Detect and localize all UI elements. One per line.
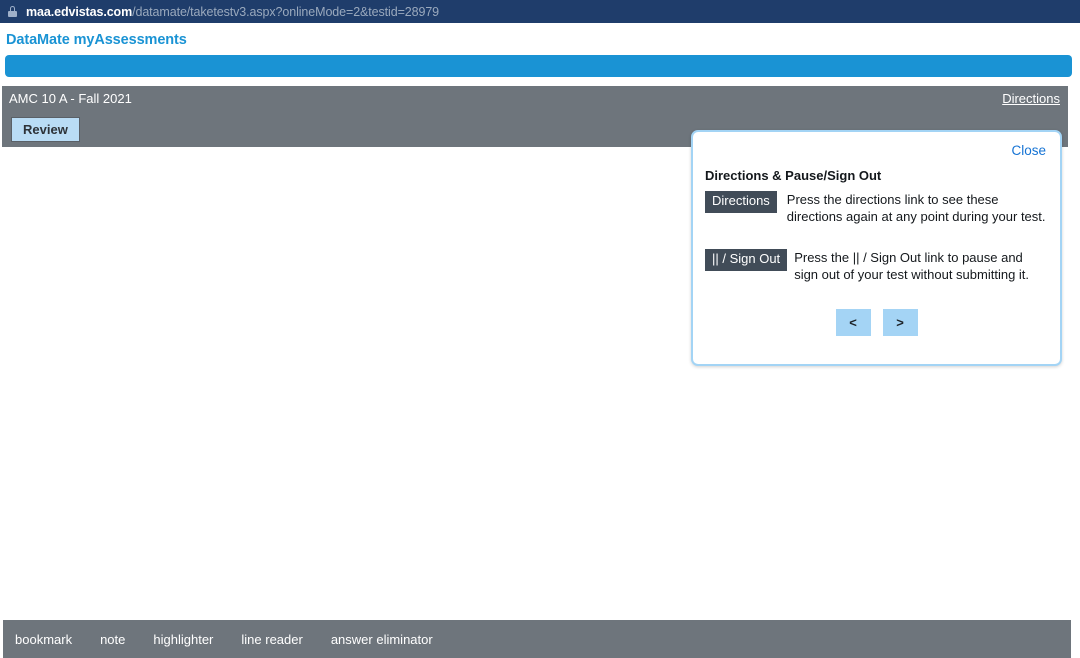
dialog-row-signout: || / Sign Out Press the || / Sign Out li…: [693, 225, 1060, 283]
dialog-close-row: Close: [693, 132, 1060, 160]
bottom-tool-bar: bookmark note highlighter line reader an…: [3, 620, 1071, 658]
directions-description: Press the directions link to see these d…: [786, 192, 1046, 225]
url-host: maa.edvistas.com: [26, 4, 133, 19]
directions-badge: Directions: [705, 191, 777, 213]
next-button[interactable]: >: [882, 308, 918, 336]
test-header-bar: AMC 10 A - Fall 2021 Directions: [2, 86, 1068, 111]
tool-highlighter[interactable]: highlighter: [153, 632, 213, 647]
directions-link[interactable]: Directions: [1002, 91, 1060, 106]
url-text: maa.edvistas.com/datamate/taketestv3.asp…: [26, 5, 439, 19]
page-body: DataMate myAssessments AMC 10 A - Fall 2…: [0, 23, 1080, 658]
sign-out-description: Press the || / Sign Out link to pause an…: [794, 250, 1030, 283]
page-title: DataMate myAssessments: [6, 32, 187, 48]
tool-answer-eliminator[interactable]: answer eliminator: [331, 632, 433, 647]
tool-note[interactable]: note: [100, 632, 125, 647]
test-name: AMC 10 A - Fall 2021: [9, 91, 132, 106]
close-button[interactable]: Close: [1011, 143, 1046, 158]
review-button[interactable]: Review: [11, 116, 80, 142]
dialog-title: Directions & Pause/Sign Out: [705, 168, 882, 183]
blue-accent-bar: [5, 55, 1072, 77]
dialog-nav: < >: [693, 308, 1060, 336]
lock-icon: [8, 6, 17, 17]
directions-dialog: Close Directions & Pause/Sign Out Direct…: [691, 130, 1062, 366]
tool-bookmark[interactable]: bookmark: [15, 632, 72, 647]
tool-line-reader[interactable]: line reader: [241, 632, 302, 647]
sign-out-badge: || / Sign Out: [705, 249, 788, 272]
dialog-row-directions: Directions Press the directions link to …: [693, 183, 1060, 225]
previous-button[interactable]: <: [835, 308, 871, 336]
browser-url-bar[interactable]: maa.edvistas.com/datamate/taketestv3.asp…: [0, 0, 1080, 23]
url-path: /datamate/taketestv3.aspx?onlineMode=2&t…: [132, 4, 440, 19]
